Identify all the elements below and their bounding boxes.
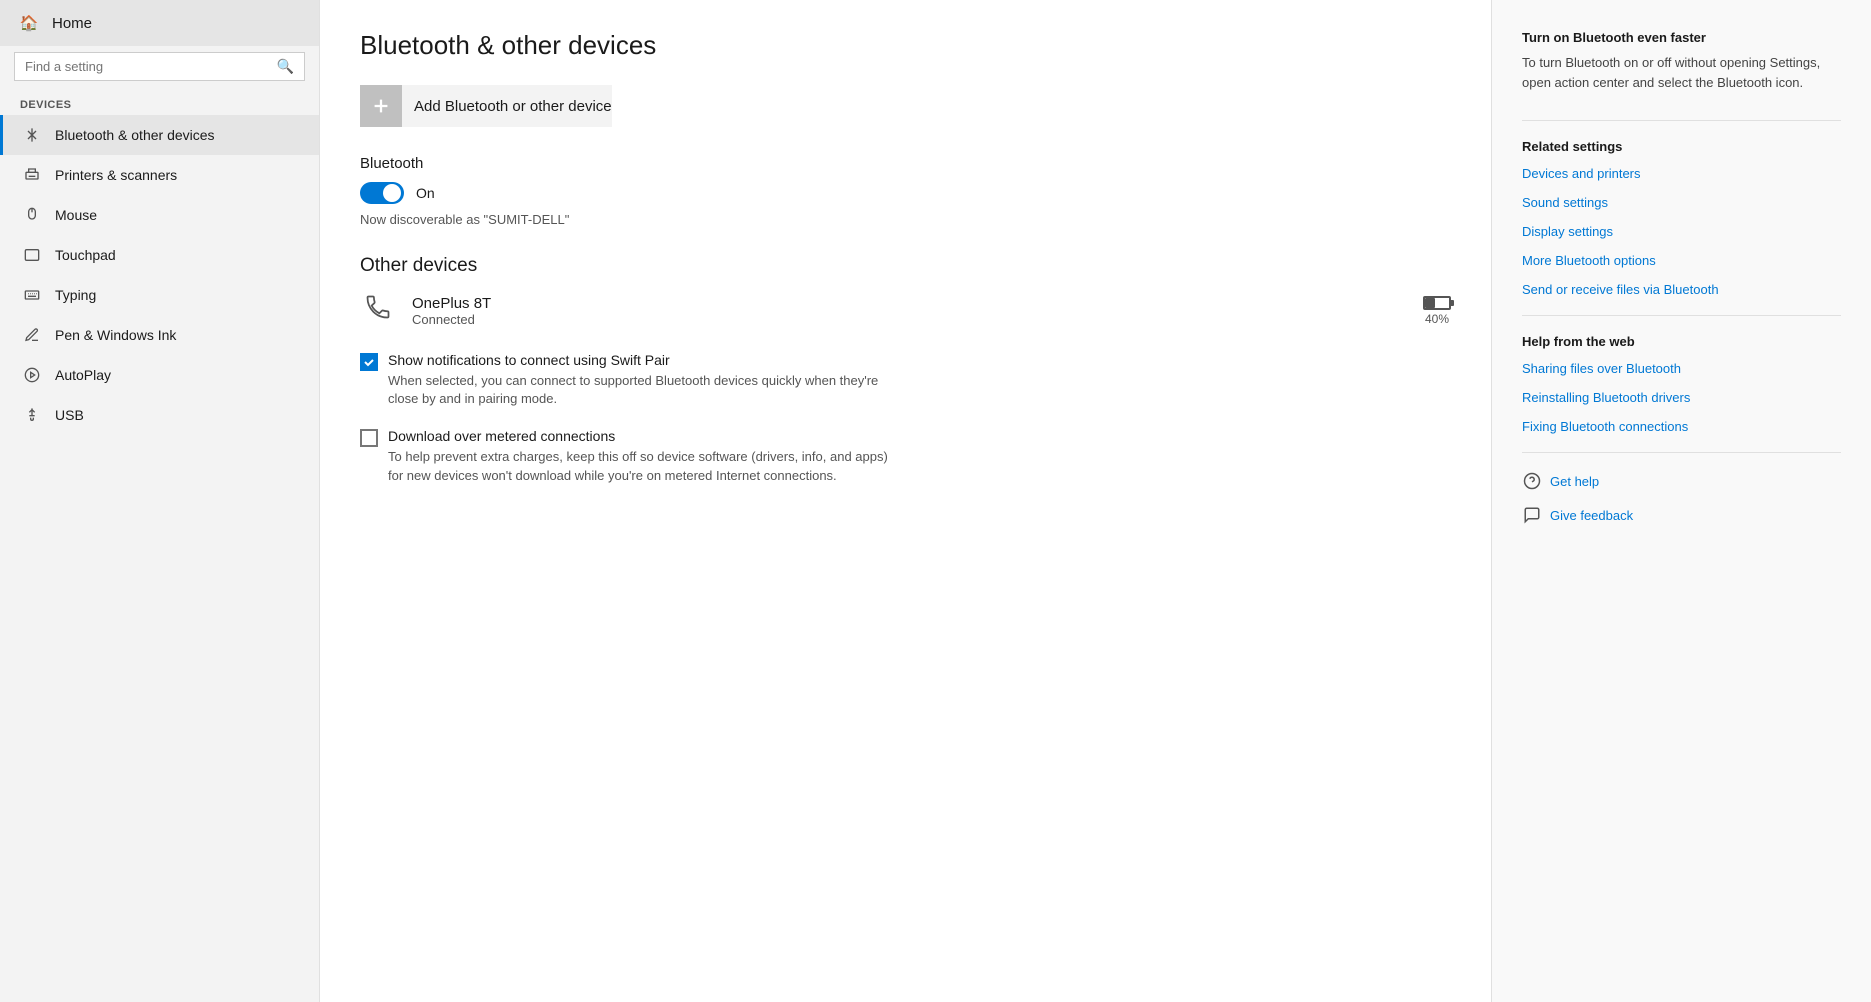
- download-metered-title: Download over metered connections: [388, 428, 888, 444]
- add-device-icon: [360, 85, 402, 127]
- sidebar-item-bluetooth[interactable]: Bluetooth & other devices: [0, 115, 319, 155]
- add-device-label: Add Bluetooth or other device: [414, 98, 612, 115]
- link-display-settings[interactable]: Display settings: [1522, 224, 1841, 239]
- home-icon: 🏠: [20, 14, 38, 32]
- phone-icon: [360, 293, 396, 328]
- give-feedback-label[interactable]: Give feedback: [1550, 508, 1633, 523]
- device-item: OnePlus 8T Connected 40%: [360, 293, 1451, 328]
- device-name: OnePlus 8T: [412, 295, 1407, 312]
- download-metered-option: Download over metered connections To hel…: [360, 428, 1451, 484]
- download-metered-checkbox[interactable]: [360, 429, 378, 447]
- link-reinstalling-drivers[interactable]: Reinstalling Bluetooth drivers: [1522, 390, 1841, 405]
- discoverable-text: Now discoverable as "SUMIT-DELL": [360, 212, 1451, 227]
- sidebar-item-autoplay[interactable]: AutoPlay: [0, 355, 319, 395]
- printers-icon: [23, 166, 41, 184]
- sidebar-item-touchpad[interactable]: Touchpad: [0, 235, 319, 275]
- divider-3: [1522, 452, 1841, 453]
- other-devices-title: Other devices: [360, 255, 1451, 277]
- battery-icon: [1423, 296, 1451, 310]
- add-device-button[interactable]: Add Bluetooth or other device: [360, 85, 612, 127]
- right-panel: Turn on Bluetooth even faster To turn Bl…: [1491, 0, 1871, 1002]
- divider-2: [1522, 315, 1841, 316]
- device-status: Connected: [412, 312, 1407, 327]
- toggle-label: On: [416, 185, 435, 201]
- sidebar-item-autoplay-label: AutoPlay: [55, 367, 111, 383]
- bluetooth-toggle-row: On: [360, 182, 1451, 204]
- link-more-bluetooth[interactable]: More Bluetooth options: [1522, 253, 1841, 268]
- give-feedback-icon: [1522, 505, 1542, 525]
- typing-icon: [23, 286, 41, 304]
- device-info: OnePlus 8T Connected: [412, 295, 1407, 327]
- get-help-label[interactable]: Get help: [1550, 474, 1599, 489]
- swift-pair-checkbox[interactable]: [360, 353, 378, 371]
- sidebar-item-pen[interactable]: Pen & Windows Ink: [0, 315, 319, 355]
- sidebar-item-mouse[interactable]: Mouse: [0, 195, 319, 235]
- touchpad-icon: [23, 246, 41, 264]
- sidebar-home[interactable]: 🏠 Home: [0, 0, 319, 46]
- pen-icon: [23, 326, 41, 344]
- divider-1: [1522, 120, 1841, 121]
- sidebar-item-bluetooth-label: Bluetooth & other devices: [55, 127, 215, 143]
- battery-percent: 40%: [1425, 312, 1449, 326]
- sidebar-item-typing[interactable]: Typing: [0, 275, 319, 315]
- usb-icon: [23, 406, 41, 424]
- sidebar-item-usb[interactable]: USB: [0, 395, 319, 435]
- bluetooth-section-title: Bluetooth: [360, 155, 1451, 172]
- swift-pair-option: Show notifications to connect using Swif…: [360, 352, 1451, 408]
- link-sharing-files[interactable]: Sharing files over Bluetooth: [1522, 361, 1841, 376]
- download-metered-content: Download over metered connections To hel…: [388, 428, 888, 484]
- help-from-web-title: Help from the web: [1522, 334, 1841, 349]
- page-title: Bluetooth & other devices: [360, 30, 1451, 61]
- link-send-receive[interactable]: Send or receive files via Bluetooth: [1522, 282, 1841, 297]
- give-feedback-row[interactable]: Give feedback: [1522, 505, 1841, 525]
- link-devices-printers[interactable]: Devices and printers: [1522, 166, 1841, 181]
- sidebar-home-label: Home: [52, 15, 92, 32]
- toggle-knob: [383, 184, 401, 202]
- swift-pair-desc: When selected, you can connect to suppor…: [388, 372, 888, 408]
- swift-pair-title: Show notifications to connect using Swif…: [388, 352, 888, 368]
- battery-fill: [1425, 298, 1435, 308]
- related-settings-title: Related settings: [1522, 139, 1841, 154]
- sidebar-section-label: Devices: [0, 93, 319, 115]
- tip-text: To turn Bluetooth on or off without open…: [1522, 53, 1841, 92]
- sidebar-item-typing-label: Typing: [55, 287, 96, 303]
- autoplay-icon: [23, 366, 41, 384]
- bluetooth-icon: [23, 126, 41, 144]
- get-help-icon: [1522, 471, 1542, 491]
- sidebar-item-printers-label: Printers & scanners: [55, 167, 177, 183]
- get-help-row[interactable]: Get help: [1522, 471, 1841, 491]
- search-icon: 🔍: [277, 58, 294, 75]
- sidebar: 🏠 Home 🔍 Devices Bluetooth & other devic…: [0, 0, 320, 1002]
- sidebar-item-touchpad-label: Touchpad: [55, 247, 116, 263]
- bluetooth-toggle[interactable]: [360, 182, 404, 204]
- download-metered-desc: To help prevent extra charges, keep this…: [388, 448, 888, 484]
- sidebar-item-usb-label: USB: [55, 407, 84, 423]
- swift-pair-content: Show notifications to connect using Swif…: [388, 352, 888, 408]
- link-fixing-connections[interactable]: Fixing Bluetooth connections: [1522, 419, 1841, 434]
- mouse-icon: [23, 206, 41, 224]
- sidebar-item-mouse-label: Mouse: [55, 207, 97, 223]
- device-battery: 40%: [1423, 296, 1451, 326]
- sidebar-item-printers[interactable]: Printers & scanners: [0, 155, 319, 195]
- link-sound-settings[interactable]: Sound settings: [1522, 195, 1841, 210]
- sidebar-item-pen-label: Pen & Windows Ink: [55, 327, 176, 343]
- search-input[interactable]: [25, 59, 269, 74]
- tip-title: Turn on Bluetooth even faster: [1522, 30, 1841, 45]
- search-box[interactable]: 🔍: [14, 52, 305, 81]
- main-content: Bluetooth & other devices Add Bluetooth …: [320, 0, 1491, 1002]
